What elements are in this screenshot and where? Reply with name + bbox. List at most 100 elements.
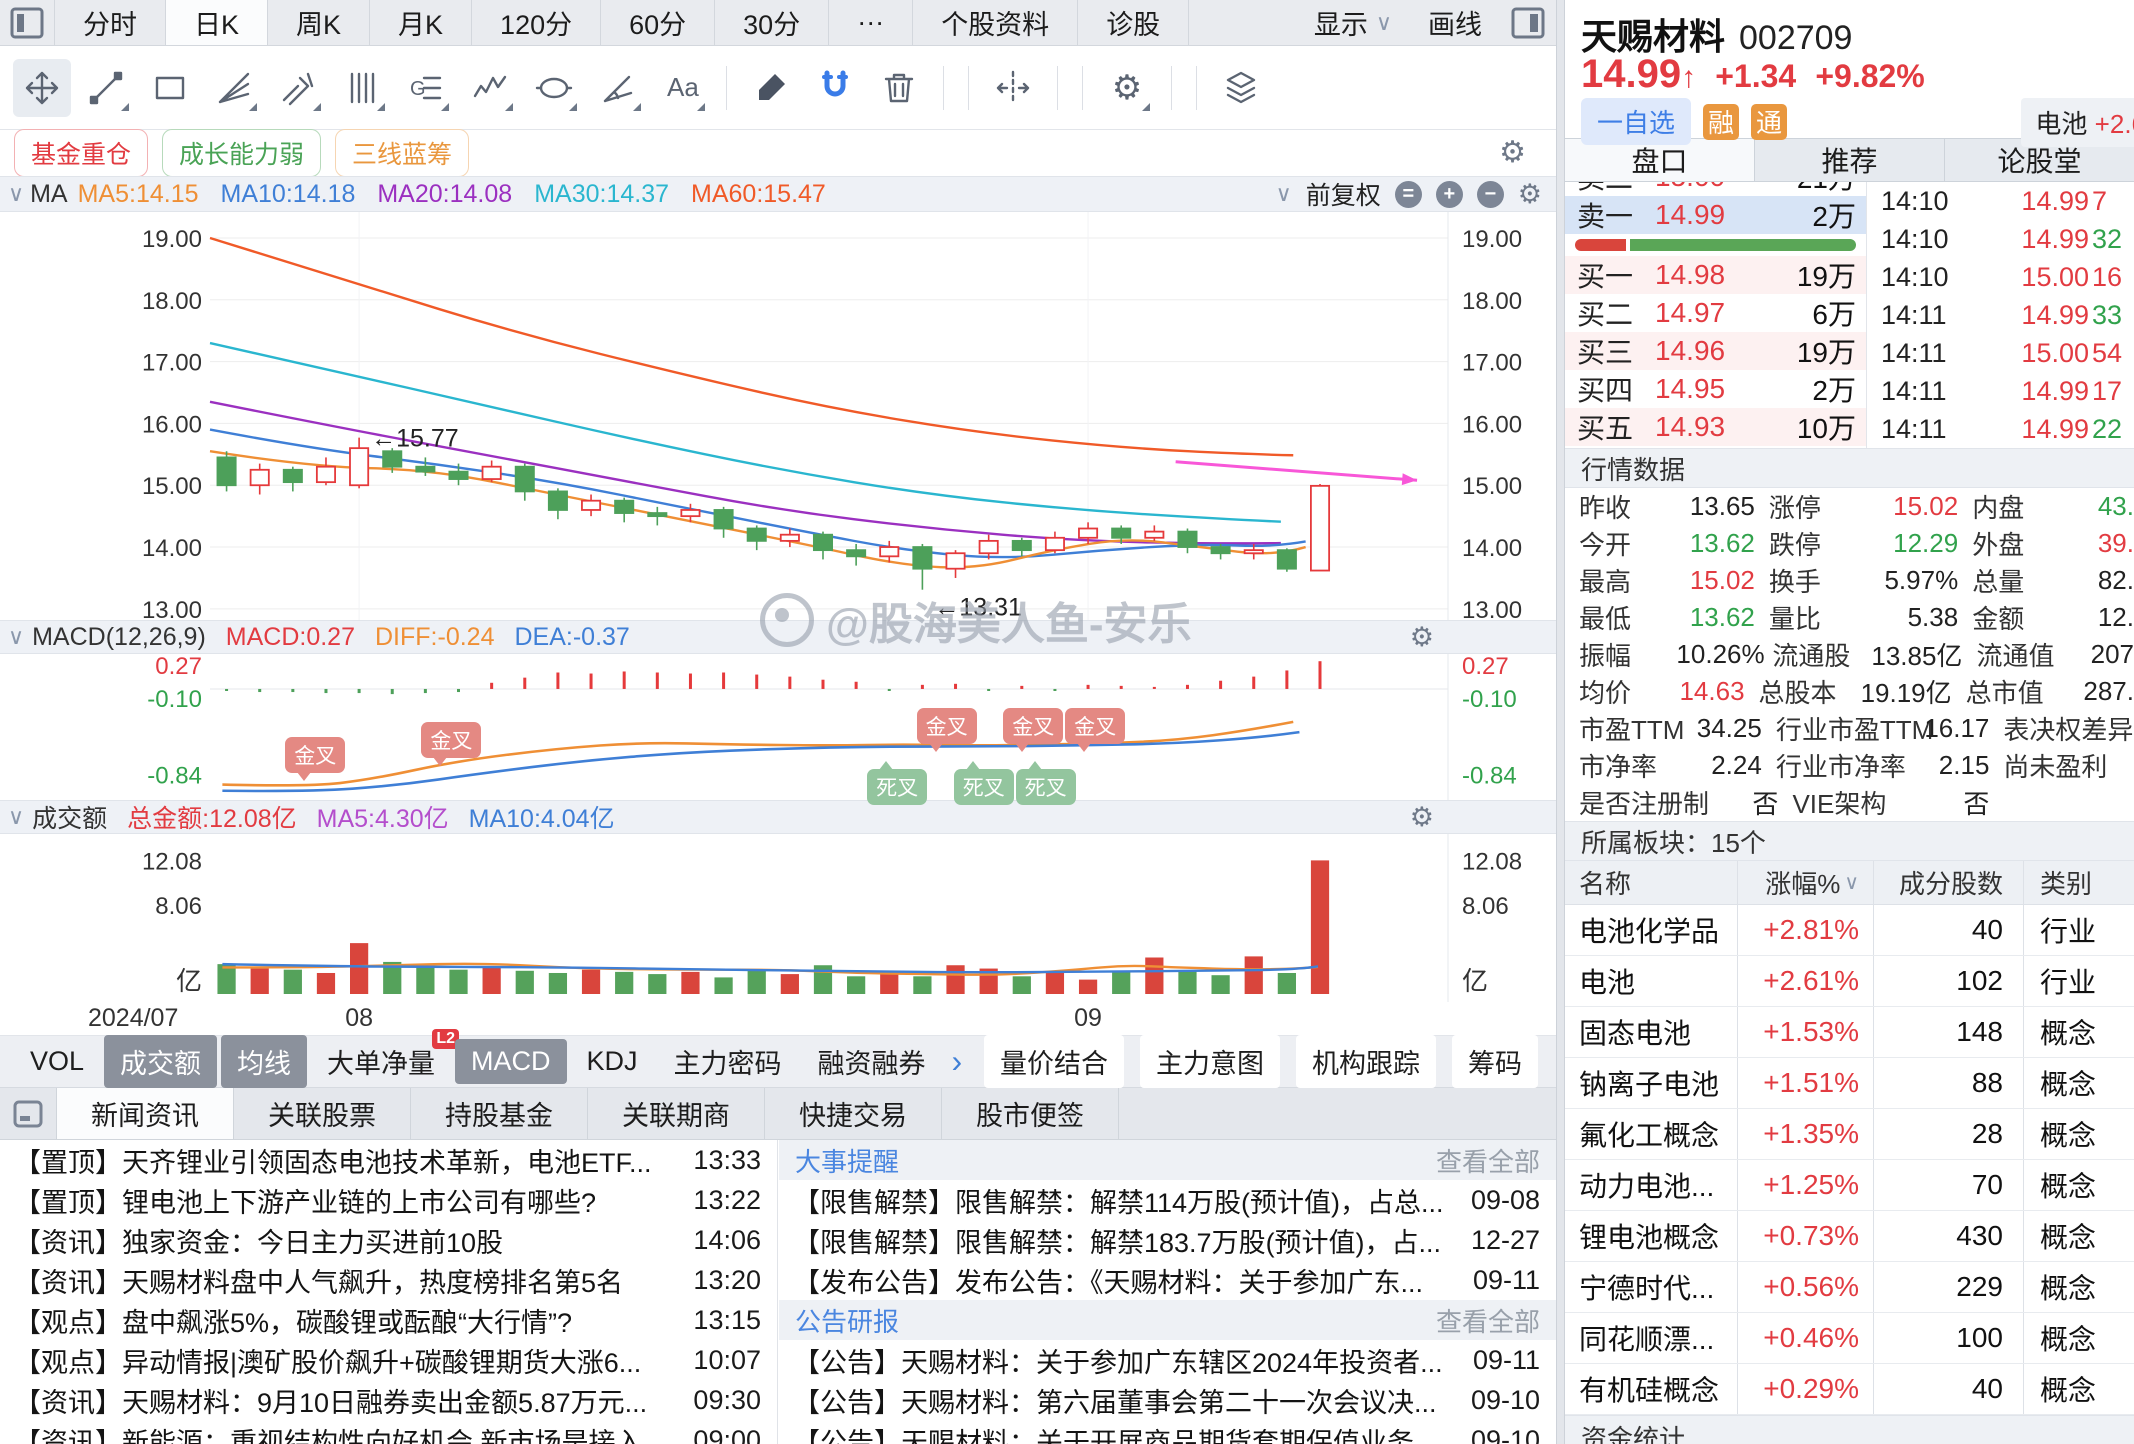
news-item[interactable]: 【资讯】天赐材料盘中人气飙升，热度榜排名第5名13:20 xyxy=(0,1260,777,1300)
collapse-chevron-icon[interactable]: ∨ xyxy=(8,181,24,207)
news-tab-关联股票[interactable]: 关联股票 xyxy=(234,1088,411,1139)
news-tab-新闻资讯[interactable]: 新闻资讯 xyxy=(57,1088,234,1139)
ellipse-tool-icon[interactable] xyxy=(525,59,583,117)
wave-tool-icon[interactable] xyxy=(461,59,519,117)
display-menu-button[interactable]: 显示 ∨ xyxy=(1296,0,1410,45)
period-tab-日K[interactable]: 日K xyxy=(166,0,268,45)
indicator-tab-大单净量[interactable]: 大单净量L2 xyxy=(311,1035,451,1088)
stock-tag-成长能力弱[interactable]: 成长能力弱 xyxy=(162,129,321,177)
layers-tool-icon[interactable] xyxy=(1212,59,1270,117)
sector-row[interactable]: 宁德时代...+0.56%229概念 xyxy=(1565,1262,2134,1313)
gann-tool-icon[interactable]: G xyxy=(397,59,455,117)
reports-view-all-link[interactable]: 查看全部 xyxy=(1436,1302,1540,1339)
sectors-header[interactable]: 所属板块：15个 xyxy=(1565,821,2134,861)
zoom-in-button[interactable]: + xyxy=(1436,181,1463,208)
news-tab-持股基金[interactable]: 持股基金 xyxy=(411,1088,588,1139)
funds-stats-header[interactable]: 资金统计 xyxy=(1565,1415,2134,1444)
text-tool-icon[interactable]: Aa xyxy=(653,59,711,117)
news-item[interactable]: 【置顶】锂电池上下游产业链的上市公司有哪些?13:22 xyxy=(0,1180,777,1220)
indicator-tab-融资融券[interactable]: 融资融券 xyxy=(802,1035,942,1088)
trash-tool-icon[interactable] xyxy=(870,59,928,117)
macd-settings-gear-icon[interactable]: ⚙ xyxy=(1410,624,1556,651)
news-tab-关联期商[interactable]: 关联期商 xyxy=(588,1088,765,1139)
equal-scale-button[interactable]: = xyxy=(1395,181,1422,208)
order-row-buy5[interactable]: 买五14.9310万 xyxy=(1565,408,1866,446)
news-item[interactable]: 【限售解禁】限售解禁：解禁114万股(预计值)，占总...09-08 xyxy=(779,1180,1556,1220)
news-item[interactable]: 【公告】天赐材料：关于开展商品期货套期保值业务...09-10 xyxy=(779,1420,1556,1444)
sector-row[interactable]: 氟化工概念+1.35%28概念 xyxy=(1565,1109,2134,1160)
news-item[interactable]: 【限售解禁】限售解禁：解禁183.7万股(预计值)，占...12-27 xyxy=(779,1220,1556,1260)
collapse-chevron-icon[interactable]: ∨ xyxy=(8,804,24,830)
split-tool-icon[interactable] xyxy=(984,59,1042,117)
sector-row[interactable]: 动力电池...+1.25%70概念 xyxy=(1565,1160,2134,1211)
news-tab-股市便签[interactable]: 股市便签 xyxy=(942,1088,1119,1139)
more-indicators-arrow[interactable]: › xyxy=(952,1043,963,1080)
panel-tab-推荐[interactable]: 推荐 xyxy=(1755,139,1945,181)
indicator-tab-机构跟踪[interactable]: 机构跟踪 xyxy=(1296,1035,1436,1088)
rectangle-tool-icon[interactable] xyxy=(141,59,199,117)
move-tool-icon[interactable] xyxy=(13,59,71,117)
pitchfork-tool-icon[interactable] xyxy=(269,59,327,117)
order-row-buy3[interactable]: 买三14.9619万 xyxy=(1565,332,1866,370)
trendline-tool-icon[interactable] xyxy=(77,59,135,117)
panel-divider[interactable] xyxy=(1556,0,1565,1444)
tags-settings-gear-icon[interactable]: ⚙ xyxy=(1499,138,1526,168)
news-panel-icon[interactable] xyxy=(0,1088,57,1139)
news-item[interactable]: 【资讯】天赐材料：9月10日融券卖出金额5.87万元...09:30 xyxy=(0,1380,777,1420)
connect-badge[interactable]: 通 xyxy=(1751,104,1787,140)
period-tab-周K[interactable]: 周K xyxy=(268,0,370,45)
margin-badge[interactable]: 融 xyxy=(1703,104,1739,140)
indicator-tab-筹码[interactable]: 筹码 xyxy=(1452,1035,1538,1088)
magnet-tool-icon[interactable] xyxy=(806,59,864,117)
macd-chart[interactable]: 0.270.27-0.10-0.10-0.84-0.84金叉金叉金叉金叉金叉死叉… xyxy=(0,654,1556,800)
drawline-button[interactable]: 画线 xyxy=(1410,0,1500,45)
chevron-down-icon[interactable]: ∨ xyxy=(1276,181,1292,207)
sector-row[interactable]: 锂电池概念+0.73%430概念 xyxy=(1565,1211,2134,1262)
sector-row[interactable]: 电池化学品+2.81%40行业 xyxy=(1565,905,2134,956)
order-row-sell2[interactable]: 卖二15.0021万 xyxy=(1565,182,1866,196)
indicator-tab-MACD[interactable]: MACD xyxy=(455,1039,567,1084)
fan-tool-icon[interactable] xyxy=(205,59,263,117)
panel-toggle-icon[interactable] xyxy=(1500,0,1556,45)
news-item[interactable]: 【观点】盘中飙涨5%，碳酸锂或酝酿“大行情”?13:15 xyxy=(0,1300,777,1340)
angle-tool-icon[interactable] xyxy=(589,59,647,117)
indicator-tab-VOL[interactable]: VOL xyxy=(14,1039,100,1084)
indicator-tab-均线[interactable]: 均线 xyxy=(221,1035,307,1088)
ma-settings-gear-icon[interactable]: ⚙ xyxy=(1518,181,1542,208)
sector-row[interactable]: 同花顺漂...+0.46%100概念 xyxy=(1565,1313,2134,1364)
news-item[interactable]: 【置顶】天齐锂业引领固态电池技术革新，电池ETF...13:33 xyxy=(0,1140,777,1180)
period-tab-分时[interactable]: 分时 xyxy=(55,0,166,45)
volume-chart[interactable]: 12.0812.088.068.06亿亿 xyxy=(0,834,1556,1002)
news-item[interactable]: 【观点】异动情报|澳矿股价飙升+碳酸锂期货大涨6...10:07 xyxy=(0,1340,777,1380)
indicator-tab-主力密码[interactable]: 主力密码 xyxy=(658,1035,798,1088)
order-row-buy2[interactable]: 买二14.976万 xyxy=(1565,294,1866,332)
stock-tag-三线蓝筹[interactable]: 三线蓝筹 xyxy=(335,129,469,177)
pencil-tool-icon[interactable] xyxy=(742,59,800,117)
period-tab-60分[interactable]: 60分 xyxy=(601,0,715,45)
zoom-out-button[interactable]: − xyxy=(1477,181,1504,208)
sector-row[interactable]: 固态电池+1.53%148概念 xyxy=(1565,1007,2134,1058)
sector-row[interactable]: 电池+2.61%102行业 xyxy=(1565,956,2134,1007)
news-item[interactable]: 【发布公告】发布公告：《天赐材料：关于参加广东...09-11 xyxy=(779,1260,1556,1300)
order-row-sell1[interactable]: 卖一14.992万 xyxy=(1565,196,1866,234)
collapse-chevron-icon[interactable]: ∨ xyxy=(8,624,24,650)
period-tab-诊股[interactable]: 诊股 xyxy=(1078,0,1189,45)
panel-tab-盘口[interactable]: 盘口 xyxy=(1565,139,1755,181)
news-item[interactable]: 【资讯】独家资金：今日主力买进前10股14:06 xyxy=(0,1220,777,1260)
news-item[interactable]: 【公告】天赐材料：关于参加广东辖区2024年投资者...09-11 xyxy=(779,1340,1556,1380)
alerts-view-all-link[interactable]: 查看全部 xyxy=(1436,1142,1540,1179)
news-item[interactable]: 【资讯】新能源：重视结构性向好机会 新市场是接入...09:00 xyxy=(0,1420,777,1444)
period-tab-个股资料[interactable]: 个股资料 xyxy=(913,0,1078,45)
sector-quick-tag[interactable]: 电池 +2.6 xyxy=(2021,98,2134,147)
period-tab-30分[interactable]: 30分 xyxy=(715,0,829,45)
remove-watchlist-button[interactable]: 一自选 xyxy=(1581,98,1691,145)
sector-row[interactable]: 有机硅概念+0.29%40概念 xyxy=(1565,1364,2134,1415)
period-tab-月K[interactable]: 月K xyxy=(370,0,472,45)
sector-row[interactable]: 钠离子电池+1.51%88概念 xyxy=(1565,1058,2134,1109)
news-item[interactable]: 【公告】天赐材料：第六届董事会第二十一次会议决...09-10 xyxy=(779,1380,1556,1420)
window-layout-icon[interactable] xyxy=(0,0,55,45)
indicator-tab-KDJ[interactable]: KDJ xyxy=(571,1039,654,1084)
col-change[interactable]: 涨幅%∨ xyxy=(1737,861,1873,904)
candlestick-chart[interactable]: 13.0013.0014.0014.0015.0015.0016.0016.00… xyxy=(0,212,1556,620)
period-tab-···[interactable]: ··· xyxy=(829,0,913,45)
